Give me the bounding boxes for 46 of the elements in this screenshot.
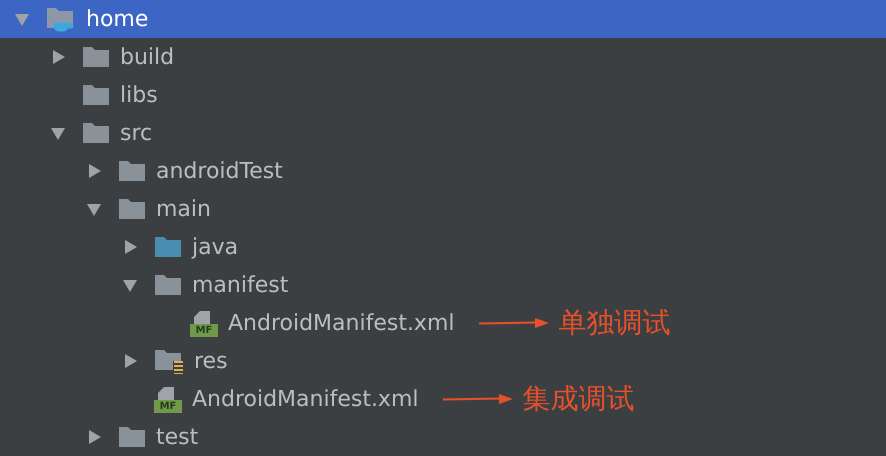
tree-item[interactable]: libs: [0, 76, 886, 114]
tree-item-label: manifest: [192, 272, 288, 298]
tree-item[interactable]: MF AndroidManifest.xml 单独调试: [0, 304, 886, 342]
folder-icon: [82, 121, 110, 145]
tree-item-label: test: [156, 424, 198, 450]
expand-arrow-icon[interactable]: [122, 353, 138, 369]
arrow-annotation: [478, 317, 548, 329]
tree-item[interactable]: java: [0, 228, 886, 266]
collapse-arrow-icon[interactable]: [122, 277, 138, 293]
expand-arrow-icon[interactable]: [122, 239, 138, 255]
folder-icon: [118, 159, 146, 183]
folder-icon: [154, 235, 182, 259]
expand-arrow-icon[interactable]: [86, 163, 102, 179]
expand-arrow-icon[interactable]: [50, 49, 66, 65]
collapse-arrow-icon[interactable]: [50, 125, 66, 141]
tree-item-label: androidTest: [156, 158, 283, 184]
arrow-annotation: [442, 393, 512, 405]
tree-item-label: AndroidManifest.xml: [192, 386, 418, 412]
tree-item-label: res: [194, 348, 228, 374]
folder-icon: [82, 83, 110, 107]
tree-item-label: java: [192, 234, 238, 260]
tree-item[interactable]: src: [0, 114, 886, 152]
annotation-text: 单独调试: [558, 305, 670, 341]
tree-item-label: main: [156, 196, 211, 222]
folder-icon: [82, 45, 110, 69]
collapse-arrow-icon[interactable]: [86, 201, 102, 217]
tree-item[interactable]: build: [0, 38, 886, 76]
annotation-text: 集成调试: [522, 381, 634, 417]
tree-item[interactable]: manifest: [0, 266, 886, 304]
tree-item[interactable]: main: [0, 190, 886, 228]
tree-item[interactable]: test: [0, 418, 886, 456]
tree-item[interactable]: res: [0, 342, 886, 380]
tree-item-label: home: [86, 6, 148, 32]
tree-item[interactable]: home: [0, 0, 886, 38]
tree-item-label: AndroidManifest.xml: [228, 310, 454, 336]
tree-item[interactable]: androidTest: [0, 152, 886, 190]
expand-arrow-icon[interactable]: [86, 429, 102, 445]
folder-icon: [154, 273, 182, 297]
folder-icon: [118, 425, 146, 449]
tree-item[interactable]: MF AndroidManifest.xml 集成调试: [0, 380, 886, 418]
tree-item-label: build: [120, 44, 174, 70]
resource-folder-icon: [154, 348, 184, 374]
module-folder-icon: [46, 5, 76, 33]
tree-item-label: src: [120, 120, 152, 146]
tree-item-label: libs: [120, 82, 158, 108]
folder-icon: [118, 197, 146, 221]
